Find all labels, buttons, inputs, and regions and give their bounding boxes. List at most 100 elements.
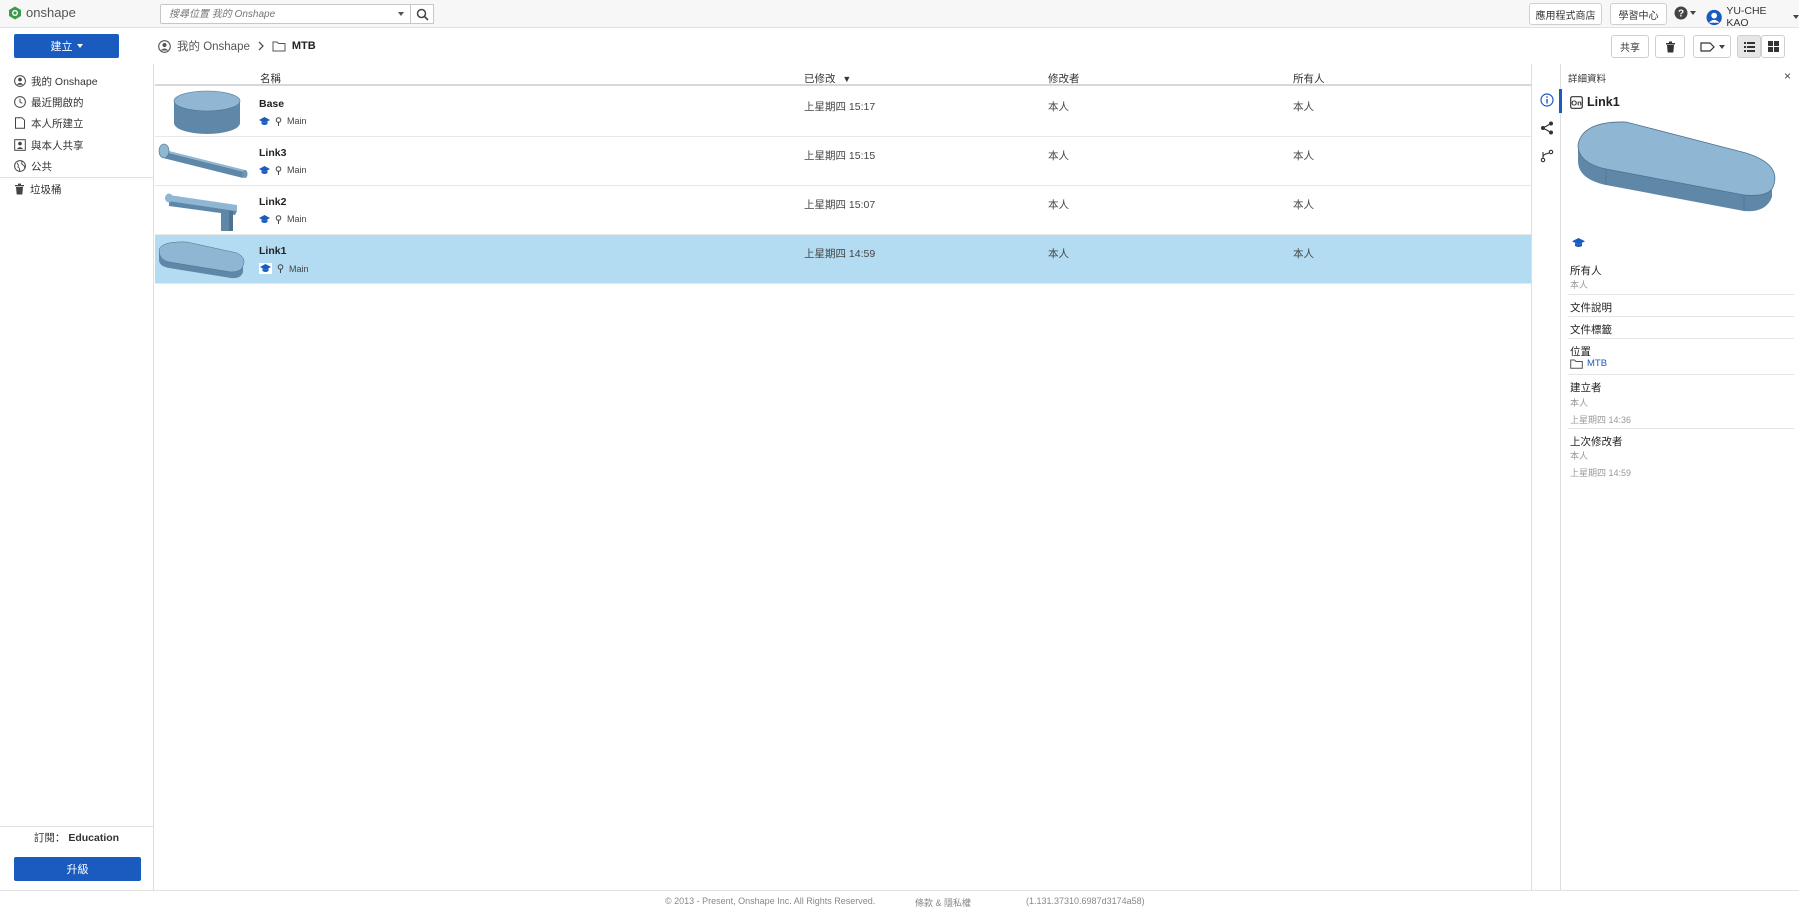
user-menu[interactable]: YU-CHE KAO: [1706, 5, 1799, 29]
education-cap-icon: [259, 214, 270, 223]
owner: 本人: [1293, 199, 1314, 211]
search-button[interactable]: [411, 4, 434, 24]
chevron-right-icon: [258, 41, 264, 51]
sidebar-item-trash[interactable]: 垃圾桶: [14, 181, 62, 197]
details-header: 詳細資料: [1568, 74, 1607, 85]
version-text: (1.131.37310.6987d3174a58): [1026, 896, 1145, 906]
trash-icon: [1665, 41, 1675, 52]
branch-pin-icon: [275, 165, 282, 175]
share-button[interactable]: 共享: [1611, 35, 1649, 58]
plan-value: Education: [68, 832, 120, 844]
document-meta: Main: [259, 165, 307, 175]
owner: 本人: [1293, 101, 1314, 113]
sidebar-item-recent[interactable]: 最近開啟的: [14, 94, 84, 110]
search-box[interactable]: [160, 4, 411, 24]
location-label: 位置: [1570, 346, 1591, 358]
description-label[interactable]: 文件說明: [1570, 300, 1612, 315]
upgrade-button[interactable]: 升級: [14, 857, 141, 881]
details-divider: [1568, 374, 1794, 375]
label-button[interactable]: [1693, 35, 1731, 58]
help-menu[interactable]: ?: [1674, 6, 1696, 20]
modified-by: 本人: [1048, 248, 1069, 260]
tags-label[interactable]: 文件標籤: [1570, 322, 1612, 337]
document-thumbnail: [173, 90, 241, 134]
modified-by: 本人: [1048, 150, 1069, 162]
table-row[interactable]: Base Main 上星期四 15:17 本人 本人: [155, 88, 1531, 137]
learning-center-button[interactable]: 學習中心: [1610, 3, 1667, 25]
folder-icon: [1570, 359, 1583, 369]
avatar-icon: [1706, 9, 1722, 25]
sidebar-item-label: 我的 Onshape: [31, 75, 98, 88]
sidebar-item-created-by-me[interactable]: 本人所建立: [14, 115, 84, 131]
sidebar-item-public[interactable]: 公共: [14, 158, 52, 174]
user-circle-icon: [158, 39, 171, 53]
details-rail: [1531, 64, 1562, 890]
sidebar-item-label: 與本人共享: [31, 139, 84, 152]
education-cap-icon: [259, 116, 270, 125]
help-icon: ?: [1674, 6, 1688, 20]
search-input[interactable]: [161, 5, 386, 23]
education-cap-icon: [1572, 238, 1585, 247]
search-scope-dropdown-icon[interactable]: [398, 12, 404, 16]
info-icon: [1540, 93, 1554, 107]
top-bar: onshape 應用程式商店 學習中心 ? YU-CHE KAO: [0, 0, 1799, 29]
search-icon: [416, 8, 429, 21]
document-list: 名稱 已修改 ▼ 修改者 所有人 Base Main 上星期四 15:17 本人…: [155, 64, 1531, 890]
document-name[interactable]: Base: [259, 98, 284, 110]
branch-name: Main: [287, 165, 307, 175]
table-row[interactable]: Link2 Main 上星期四 15:07 本人 本人: [155, 186, 1531, 235]
chevron-down-icon: [1793, 15, 1799, 19]
user-circle-icon: [14, 75, 26, 87]
app-store-button[interactable]: 應用程式商店: [1529, 3, 1602, 25]
document-thumbnail: [158, 241, 245, 279]
terms-link[interactable]: 條款 & 隱私權: [915, 896, 971, 909]
document-meta: Main: [259, 263, 309, 274]
document-name[interactable]: Link2: [259, 196, 286, 208]
column-header-modified-label: 已修改: [804, 73, 836, 85]
svg-text:On: On: [1571, 98, 1582, 107]
created-by-value: 本人: [1570, 398, 1589, 408]
branch-pin-icon: [275, 116, 282, 126]
onshape-logo[interactable]: onshape: [8, 5, 76, 20]
column-header-modified[interactable]: 已修改 ▼: [804, 71, 851, 86]
sidebar-item-shared-with-me[interactable]: 與本人共享: [14, 137, 84, 153]
location-value: MTB: [1587, 358, 1608, 369]
clock-icon: [14, 96, 26, 108]
column-header-name[interactable]: 名稱: [260, 71, 281, 86]
breadcrumb-root[interactable]: 我的 Onshape: [177, 38, 250, 54]
details-title: On Link1: [1570, 95, 1620, 109]
table-row[interactable]: Link3 Main 上星期四 15:15 本人 本人: [155, 137, 1531, 186]
onshape-logo-icon: [9, 6, 21, 19]
delete-button[interactable]: [1655, 35, 1685, 58]
left-sidebar: 我的 Onshape 最近開啟的 本人所建立 與本人共享 公共 垃圾桶 訂閱： …: [0, 64, 154, 890]
table-row-selected[interactable]: Link1 Main 上星期四 14:59 本人 本人: [155, 235, 1531, 284]
education-cap-icon: [259, 165, 270, 174]
list-view-button[interactable]: [1737, 35, 1761, 58]
sidebar-item-label: 最近開啟的: [31, 96, 84, 109]
details-panel: 詳細資料 × On Link1 所有人 本人 文件說明 文件標籤 位置 MTB …: [1562, 64, 1799, 890]
sidebar-item-my-onshape[interactable]: 我的 Onshape: [14, 73, 98, 89]
info-tab[interactable]: [1539, 92, 1555, 108]
document-name[interactable]: Link1: [259, 245, 286, 257]
grid-view-button[interactable]: [1761, 35, 1785, 58]
column-header-owner[interactable]: 所有人: [1293, 71, 1325, 86]
last-modified-label: 上次修改者: [1570, 436, 1623, 448]
create-button[interactable]: 建立: [14, 34, 119, 58]
sidebar-divider: [0, 826, 153, 827]
column-header-modified-by[interactable]: 修改者: [1048, 71, 1080, 86]
document-name[interactable]: Link3: [259, 147, 286, 159]
breadcrumb: 我的 Onshape MTB: [158, 38, 316, 54]
versions-tab[interactable]: [1539, 148, 1555, 164]
document-meta: Main: [259, 214, 307, 224]
document-thumbnail: [158, 143, 248, 178]
sidebar-item-label: 公共: [31, 160, 52, 173]
footer: © 2013 - Present, Onshape Inc. All Right…: [0, 890, 1799, 910]
modified-by: 本人: [1048, 199, 1069, 211]
location-link[interactable]: MTB: [1570, 358, 1607, 369]
sort-descending-icon: ▼: [842, 74, 852, 84]
created-time: 上星期四 14:36: [1570, 415, 1632, 425]
close-icon[interactable]: ×: [1784, 69, 1791, 83]
last-modified-value: 本人: [1570, 451, 1589, 461]
created-by-label: 建立者: [1570, 382, 1602, 394]
share-tab[interactable]: [1539, 120, 1555, 136]
